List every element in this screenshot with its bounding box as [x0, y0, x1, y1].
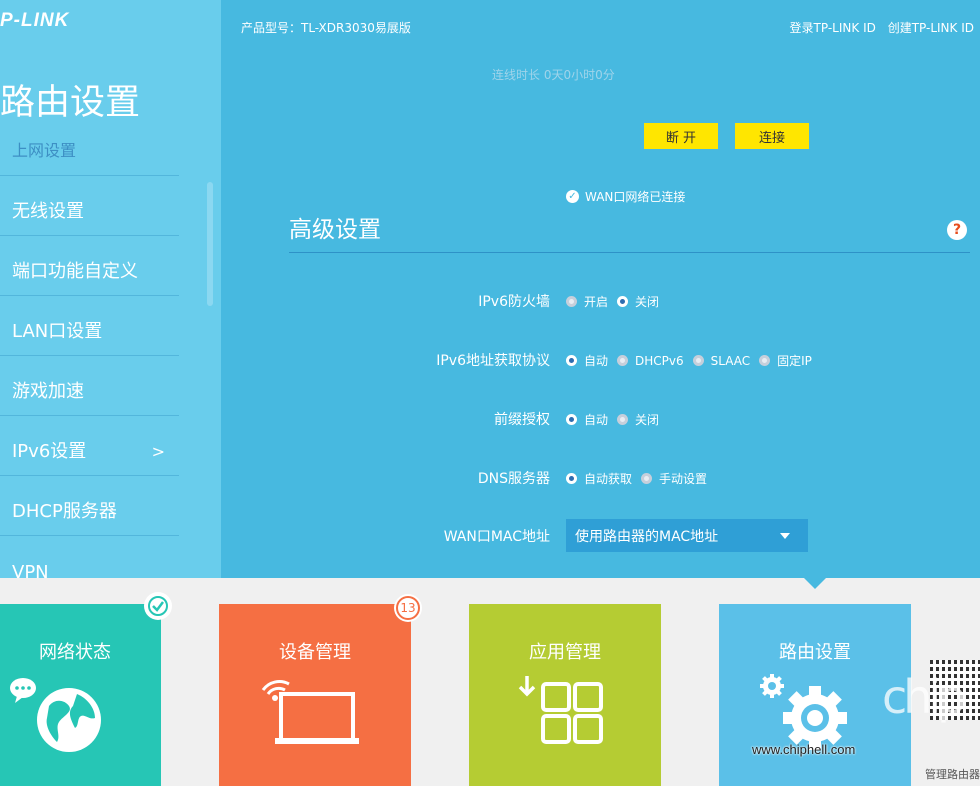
watermark-caption: 管理路由器 [925, 768, 980, 781]
tile-title: 网络状态 [39, 642, 111, 663]
login-link[interactable]: 登录TP-LINK ID [790, 21, 876, 35]
ipv6-addr-protocol-options: 自动 DHCPv6 SLAAC 固定IP [566, 352, 821, 369]
sidebar-item-label: DHCP服务器 [12, 501, 117, 522]
option-label: SLAAC [710, 353, 751, 368]
radio-addr-auto[interactable]: 自动 [566, 352, 608, 369]
radio-dns-auto[interactable]: 自动获取 [566, 470, 632, 487]
watermark-logo: chip [882, 670, 966, 724]
tile-app-management[interactable]: 应用管理 [469, 604, 661, 786]
option-label: 关闭 [635, 295, 660, 309]
ipv6-addr-protocol-label: IPv6地址获取协议 [436, 353, 550, 369]
radio-selected-icon [566, 355, 577, 366]
radio-icon [566, 296, 577, 307]
tile-title: 应用管理 [529, 642, 601, 663]
option-label: 自动 [584, 354, 609, 368]
device-count-badge: 13 [394, 594, 422, 622]
option-label: 自动获取 [584, 472, 633, 486]
sidebar-item-ipv6[interactable]: IPv6设置 > [0, 416, 179, 476]
badge-count: 13 [396, 596, 420, 620]
sidebar-item-label: 端口功能自定义 [12, 261, 138, 282]
chevron-right-icon: > [151, 442, 165, 461]
tile-title: 路由设置 [779, 642, 851, 663]
connect-button[interactable]: 连接 [735, 123, 809, 149]
sidebar-item-port-custom[interactable]: 端口功能自定义 [0, 236, 179, 296]
sidebar-item-label: 上网设置 [12, 141, 77, 160]
option-label: 自动 [584, 413, 609, 427]
laptop-wifi-icon [261, 680, 359, 744]
radio-icon [617, 355, 629, 366]
divider [289, 252, 970, 253]
disconnect-button[interactable]: 断 开 [644, 123, 718, 149]
sidebar-item-label: VPN [12, 562, 49, 583]
advanced-settings-title: 高级设置 [289, 217, 381, 243]
ipv6-firewall-label: IPv6防火墙 [478, 294, 550, 310]
wan-mac-select[interactable]: 使用路由器的MAC地址 [566, 519, 808, 552]
dns-server-options: 自动获取 手动设置 [566, 470, 716, 487]
radio-icon [692, 355, 704, 366]
radio-selected-icon [566, 414, 577, 425]
option-label: 开启 [584, 295, 609, 309]
globe-icon [10, 678, 101, 752]
product-model: 产品型号：TL-XDR3030易展版 [241, 21, 411, 35]
radio-selected-icon [617, 296, 629, 307]
apps-grid-icon [518, 676, 603, 744]
radio-icon [617, 414, 629, 425]
radio-addr-slaac[interactable]: SLAAC [692, 353, 751, 368]
sidebar-scrollbar[interactable] [207, 182, 213, 306]
radio-addr-static[interactable]: 固定IP [759, 352, 812, 369]
wan-status: ✓ WAN口网络已连接 [566, 188, 685, 205]
sidebar: P-LINK 路由设置 上网设置 无线设置 端口功能自定义 LAN口设置 游戏加… [0, 0, 221, 583]
option-label: 固定IP [777, 354, 812, 368]
sidebar-item-dhcp[interactable]: DHCP服务器 [0, 476, 179, 536]
account-links: 登录TP-LINK ID 创建TP-LINK ID [782, 19, 974, 36]
active-tile-pointer [804, 578, 826, 589]
watermark-url: www.chiphell.com [752, 742, 856, 757]
dropdown-arrow-icon [780, 533, 790, 539]
radio-prefix-off[interactable]: 关闭 [617, 411, 659, 428]
option-label: 手动设置 [659, 472, 708, 486]
option-label: DHCPv6 [635, 353, 684, 368]
sidebar-item-game-accel[interactable]: 游戏加速 [0, 356, 179, 416]
dns-server-label: DNS服务器 [477, 471, 550, 487]
check-icon: ✓ [566, 190, 579, 203]
tile-network-status[interactable]: 网络状态 [0, 592, 172, 786]
tile-device-management[interactable]: 设备管理 13 [219, 594, 422, 786]
wan-status-text: WAN口网络已连接 [585, 190, 686, 204]
wan-mac-label: WAN口MAC地址 [443, 529, 550, 545]
sidebar-item-label: 游戏加速 [12, 381, 84, 402]
prefix-delegation-label: 前缀授权 [494, 412, 550, 428]
tile-title: 设备管理 [279, 642, 351, 663]
radio-firewall-on[interactable]: 开启 [566, 293, 608, 310]
sidebar-nav: 上网设置 无线设置 端口功能自定义 LAN口设置 游戏加速 IPv6设置 > DH… [0, 118, 179, 595]
wan-mac-value: 使用路由器的MAC地址 [575, 528, 719, 545]
option-label: 关闭 [635, 413, 660, 427]
ipv6-firewall-options: 开启 关闭 [566, 293, 668, 310]
sidebar-item-label: IPv6设置 [12, 441, 87, 462]
sidebar-item-internet[interactable]: 上网设置 [0, 118, 179, 176]
tplink-logo: P-LINK [0, 10, 70, 31]
sidebar-item-lan[interactable]: LAN口设置 [0, 296, 179, 356]
sidebar-item-vpn[interactable]: VPN [0, 536, 179, 595]
radio-firewall-off[interactable]: 关闭 [617, 293, 659, 310]
sidebar-item-label: LAN口设置 [12, 321, 103, 342]
sidebar-item-label: 无线设置 [12, 201, 84, 222]
radio-icon [759, 355, 771, 366]
radio-addr-dhcpv6[interactable]: DHCPv6 [617, 354, 684, 368]
radio-selected-icon [566, 473, 577, 484]
radio-icon [641, 473, 653, 484]
radio-prefix-auto[interactable]: 自动 [566, 411, 608, 428]
sidebar-item-wireless[interactable]: 无线设置 [0, 176, 179, 236]
help-icon[interactable]: ? [947, 220, 967, 240]
create-id-link[interactable]: 创建TP-LINK ID [888, 21, 974, 35]
radio-dns-manual[interactable]: 手动设置 [641, 470, 707, 487]
main-panel [221, 0, 980, 578]
prefix-delegation-options: 自动 关闭 [566, 411, 668, 428]
connected-check-icon [144, 592, 172, 620]
connection-duration: 连线时长 0天0小时0分 [492, 68, 615, 82]
